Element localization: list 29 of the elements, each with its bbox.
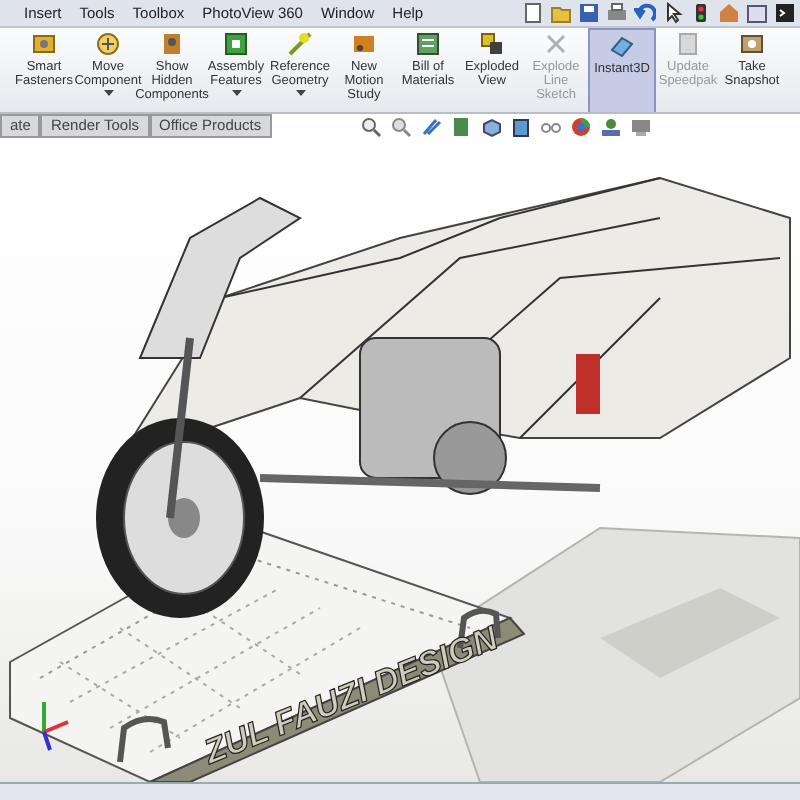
pencil-icon[interactable] bbox=[420, 115, 442, 138]
caret-icon bbox=[231, 89, 241, 96]
monitor-icon[interactable] bbox=[630, 115, 652, 138]
magnifier-icon[interactable] bbox=[360, 115, 382, 138]
cube-icon[interactable] bbox=[480, 115, 502, 138]
table-icon bbox=[414, 29, 442, 58]
traffic-light-icon[interactable] bbox=[690, 1, 712, 24]
document-icon[interactable] bbox=[522, 1, 544, 24]
caret-icon bbox=[103, 89, 113, 96]
undo-icon[interactable] bbox=[634, 1, 656, 24]
folder-icon[interactable] bbox=[550, 1, 572, 24]
window-icon[interactable] bbox=[746, 1, 768, 24]
page-icon bbox=[674, 29, 702, 58]
axis-triad-icon bbox=[42, 702, 69, 752]
camera-icon bbox=[738, 29, 766, 58]
printer-icon[interactable] bbox=[606, 1, 628, 24]
pointer-icon[interactable] bbox=[662, 1, 684, 24]
terminal-icon[interactable] bbox=[774, 1, 796, 24]
fastener-icon bbox=[30, 29, 58, 58]
move-icon bbox=[94, 29, 122, 58]
save-icon[interactable] bbox=[578, 1, 600, 24]
diamond-icon bbox=[608, 31, 636, 60]
exploded-blocks-icon bbox=[478, 29, 506, 58]
assembly-feature-icon bbox=[222, 29, 250, 58]
colored-ball-icon[interactable] bbox=[570, 115, 592, 138]
line-sketch-icon bbox=[542, 29, 570, 58]
caret-icon bbox=[295, 89, 305, 96]
magnifier-icon[interactable] bbox=[390, 115, 412, 138]
box-icon[interactable] bbox=[510, 115, 532, 138]
